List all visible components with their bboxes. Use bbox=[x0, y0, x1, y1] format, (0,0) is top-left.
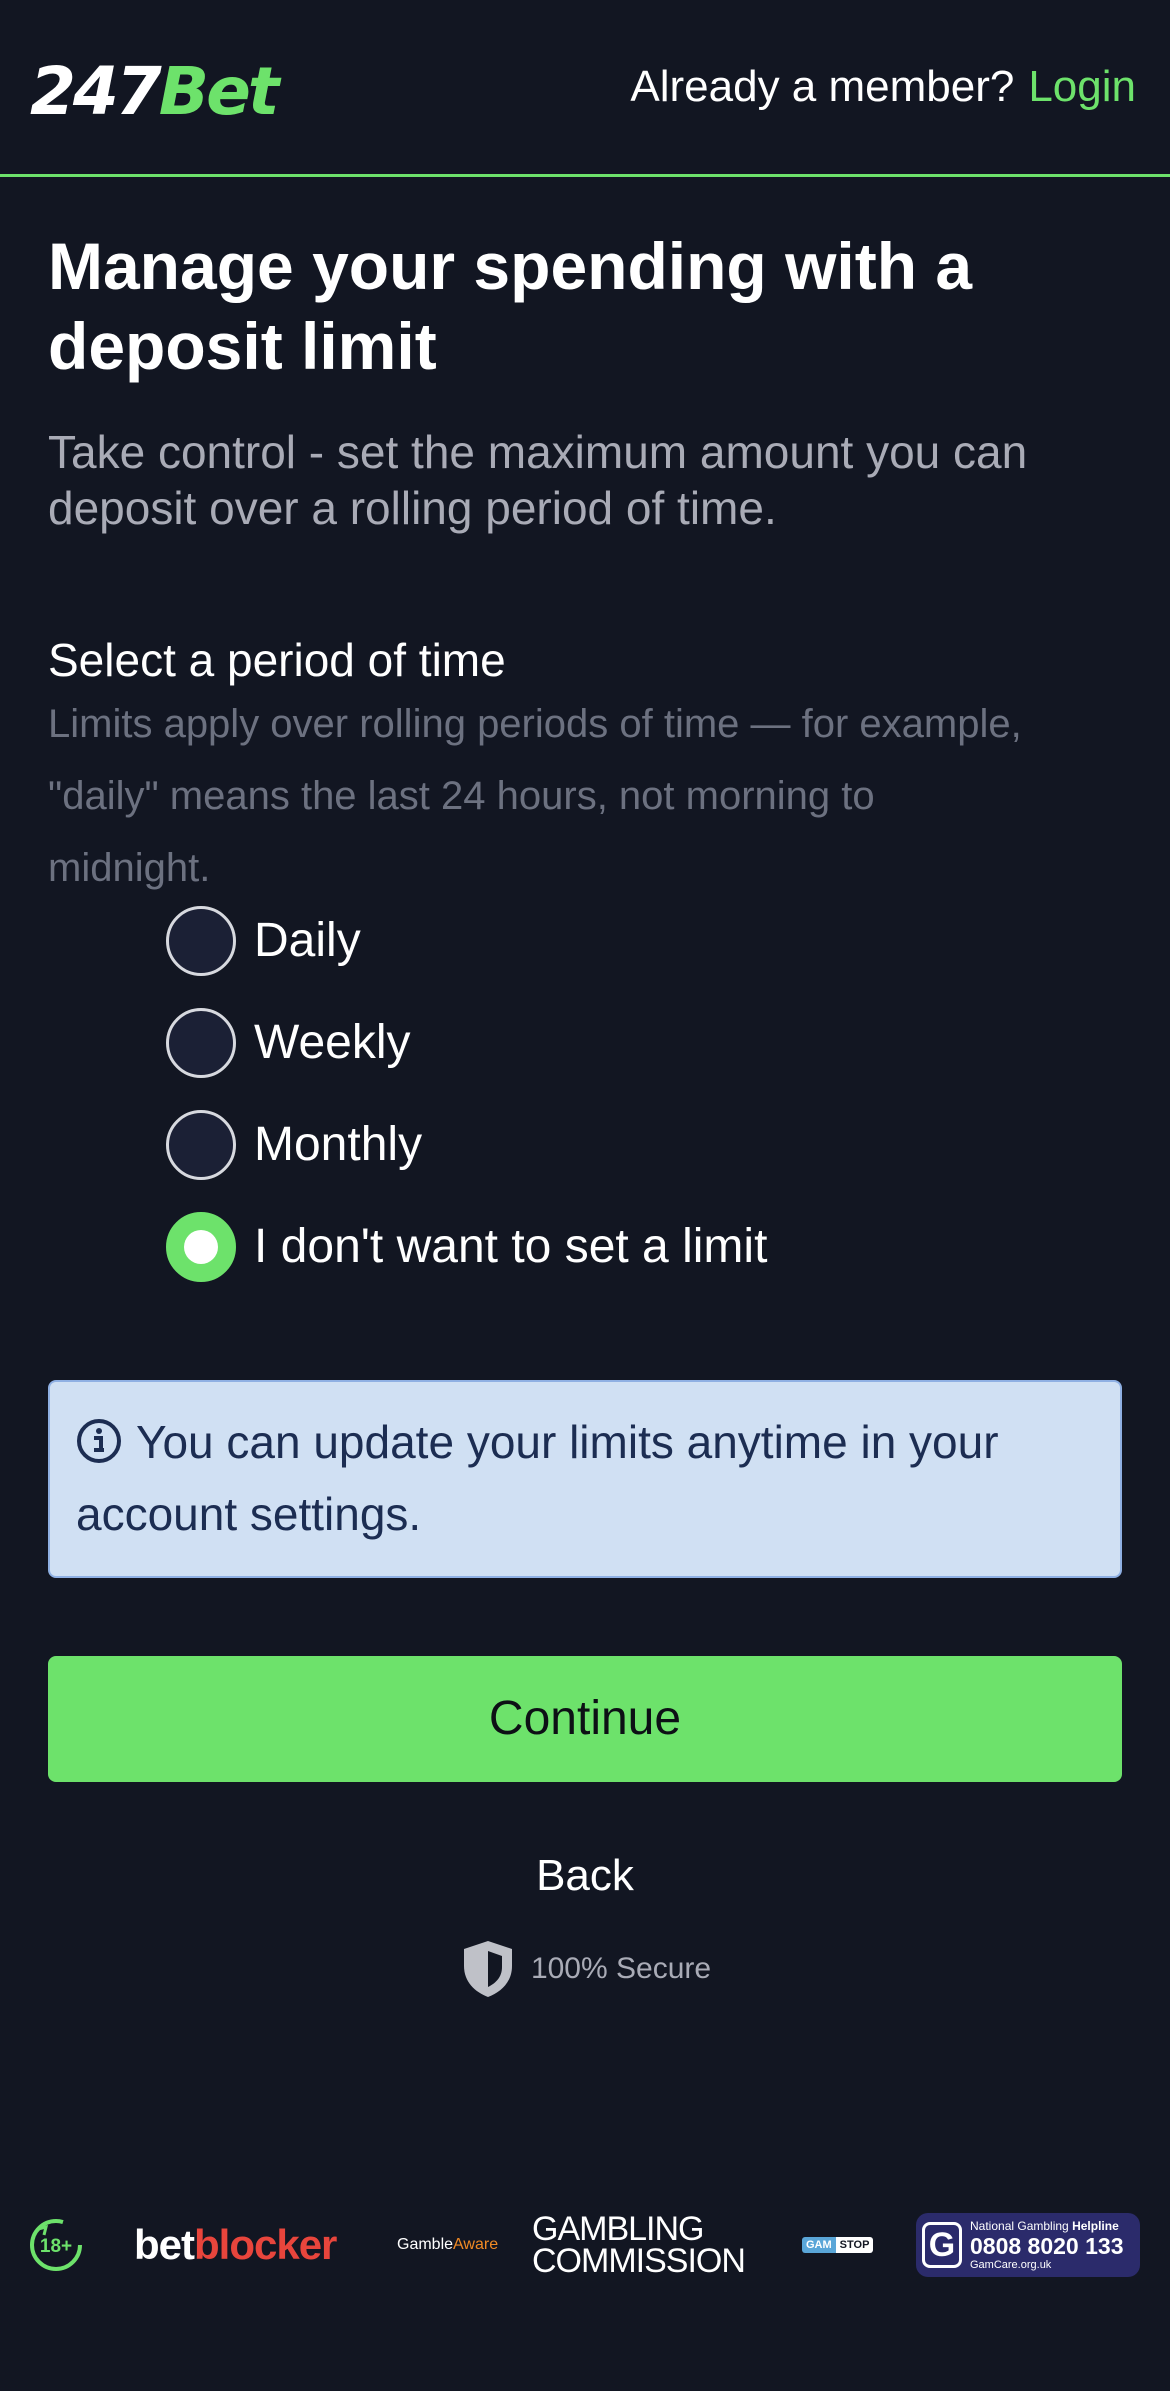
betblocker-part1: bet bbox=[134, 2221, 195, 2268]
login-link[interactable]: Login bbox=[1028, 62, 1136, 111]
radio-button-daily[interactable] bbox=[166, 906, 236, 976]
info-notice: You can update your limits anytime in yo… bbox=[48, 1380, 1122, 1578]
betblocker-part2: blocker bbox=[194, 2221, 337, 2268]
back-link[interactable]: Back bbox=[0, 1846, 1170, 1906]
page-subtitle: Take control - set the maximum amount yo… bbox=[48, 426, 1028, 534]
period-hint: Limits apply over rolling periods of tim… bbox=[48, 702, 1022, 890]
gamcare-g-icon: G bbox=[922, 2222, 962, 2268]
age-18-icon: 18+ bbox=[28, 2200, 84, 2290]
page-title: Manage your spending with a deposit limi… bbox=[48, 229, 973, 383]
radio-option-daily[interactable]: Daily bbox=[166, 903, 361, 979]
betblocker-logo[interactable]: bet blocker bbox=[134, 2200, 337, 2290]
brand-logo[interactable]: 247Bet bbox=[30, 52, 280, 132]
radio-option-weekly[interactable]: Weekly bbox=[166, 1005, 411, 1081]
secure-text: 100% Secure bbox=[530, 1952, 712, 1985]
gamstop-part1: GAM bbox=[802, 2237, 836, 2253]
radio-label-no-limit: I don't want to set a limit bbox=[254, 1220, 768, 1273]
shield-icon bbox=[463, 1941, 512, 1997]
helpline-title: National Gambling Helpline bbox=[970, 2219, 1124, 2233]
header: 247Bet Already a member? Login bbox=[0, 0, 1170, 177]
commission-line1: GAMBLING bbox=[532, 2210, 704, 2248]
member-prompt-text: Already a member? bbox=[630, 62, 1015, 111]
info-text: You can update your limits anytime in yo… bbox=[76, 1416, 999, 1540]
radio-button-monthly[interactable] bbox=[166, 1110, 236, 1180]
gamstop-part2: STOP bbox=[835, 2237, 874, 2253]
radio-button-no-limit[interactable] bbox=[166, 1212, 236, 1282]
gambleaware-part1: Gamble bbox=[397, 2236, 454, 2253]
age-badge-graphic: 18+ bbox=[30, 2219, 82, 2271]
logo-word: Bet bbox=[158, 53, 280, 130]
helpline-number: 0808 8020 133 bbox=[970, 2232, 1124, 2259]
gamstop-logo[interactable]: GAM STOP bbox=[802, 2200, 874, 2290]
radio-label-monthly: Monthly bbox=[254, 1118, 423, 1171]
radio-button-weekly[interactable] bbox=[166, 1008, 236, 1078]
gambleaware-part2: Aware bbox=[453, 2236, 499, 2253]
helpline-site: GamCare.org.uk bbox=[970, 2258, 1052, 2271]
continue-button[interactable]: Continue bbox=[48, 1656, 1122, 1782]
radio-label-weekly: Weekly bbox=[254, 1016, 411, 1069]
helpline-title-regular: National Gambling bbox=[970, 2218, 1073, 2233]
secure-badge: 100% Secure bbox=[0, 1938, 1170, 2000]
radio-option-no-limit[interactable]: I don't want to set a limit bbox=[166, 1209, 767, 1285]
age-badge-text: 18+ bbox=[40, 2236, 72, 2257]
radio-option-monthly[interactable]: Monthly bbox=[166, 1107, 422, 1183]
period-label: Select a period of time bbox=[48, 634, 506, 686]
gambleaware-logo[interactable]: Gamble Aware bbox=[397, 2200, 498, 2290]
info-circle-icon bbox=[77, 1419, 121, 1463]
gambling-commission-logo[interactable]: GAMBLING COMMISSION bbox=[532, 2200, 746, 2290]
gamcare-helpline-logo[interactable]: G National Gambling Helpline 0808 8020 1… bbox=[916, 2213, 1140, 2277]
commission-line2: COMMISSION bbox=[532, 2242, 746, 2280]
footer-logos: 18+ bet blocker Gamble Aware GAMBLING COMM… bbox=[0, 2200, 1170, 2290]
login-prompt: Already a member? Login bbox=[630, 60, 1136, 114]
helpline-title-bold: Helpline bbox=[1072, 2218, 1119, 2233]
logo-number: 247 bbox=[30, 53, 162, 130]
radio-label-daily: Daily bbox=[254, 914, 361, 967]
